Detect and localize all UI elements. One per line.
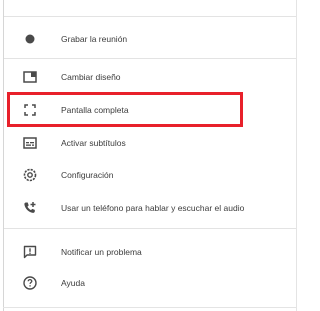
menu-item-change-layout[interactable]: Cambiar diseño — [4, 62, 296, 92]
help-icon — [19, 272, 41, 294]
menu-divider — [4, 58, 296, 59]
report-problem-icon — [19, 241, 41, 263]
menu-item-label: Activar subtítulos — [61, 138, 126, 148]
menu-item-label: Grabar la reunión — [61, 34, 128, 44]
record-icon — [19, 28, 41, 50]
menu-item-label: Usar un teléfono para hablar y escuchar … — [61, 203, 245, 213]
menu-screenshot: Grabar la reunión Cambiar diseño Pantall… — [0, 0, 303, 311]
layout-icon — [19, 66, 41, 88]
menu-right-border — [296, 0, 297, 311]
settings-icon — [19, 164, 41, 186]
menu-item-label: Notificar un problema — [61, 247, 142, 257]
fullscreen-icon — [19, 99, 41, 121]
menu-divider — [4, 228, 296, 229]
menu-divider — [4, 16, 296, 17]
phone-audio-icon — [19, 197, 41, 219]
menu-item-label: Ayuda — [61, 278, 85, 288]
menu-item-settings[interactable]: Configuración — [4, 160, 296, 190]
menu-bottom-border — [3, 307, 297, 308]
menu-item-help[interactable]: Ayuda — [4, 268, 296, 298]
menu-item-label: Cambiar diseño — [61, 72, 121, 82]
menu-item-fullscreen[interactable]: Pantalla completa — [4, 95, 296, 125]
menu-item-record[interactable]: Grabar la reunión — [4, 24, 296, 54]
captions-icon — [19, 132, 41, 154]
more-options-menu: Grabar la reunión Cambiar diseño Pantall… — [4, 0, 296, 307]
menu-item-captions[interactable]: Activar subtítulos — [4, 128, 296, 158]
menu-item-label: Pantalla completa — [61, 105, 129, 115]
menu-item-label: Configuración — [61, 170, 114, 180]
menu-item-phone-audio[interactable]: Usar un teléfono para hablar y escuchar … — [4, 193, 296, 223]
menu-item-report-problem[interactable]: Notificar un problema — [4, 237, 296, 267]
